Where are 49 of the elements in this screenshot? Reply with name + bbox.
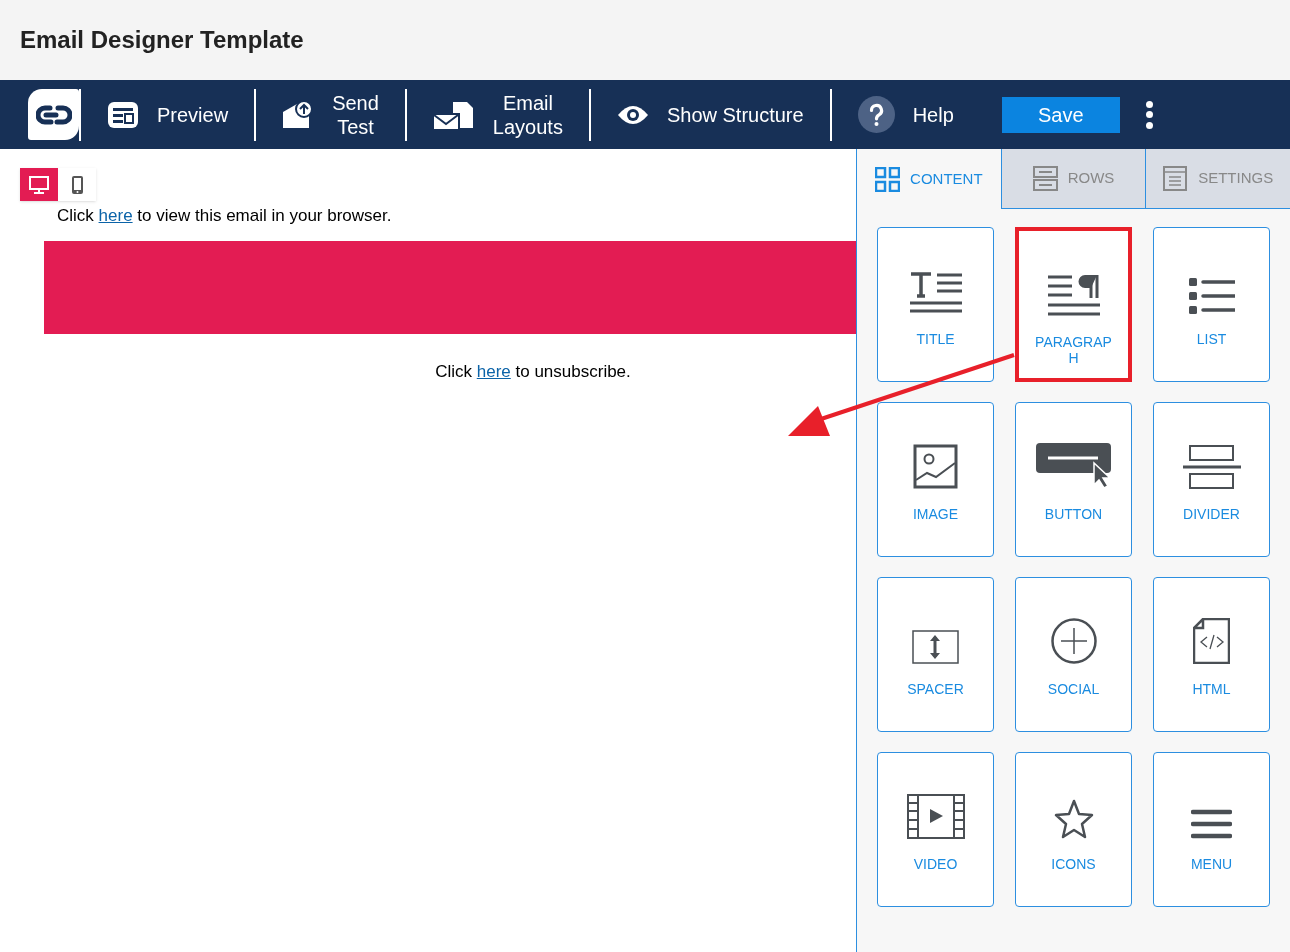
logo bbox=[28, 89, 79, 140]
content-block[interactable]: HTML bbox=[1153, 577, 1270, 732]
email-footer-text: Click here to unsubscribe. bbox=[435, 360, 631, 383]
film-icon bbox=[906, 794, 965, 839]
content-block[interactable]: PARAGRAP H bbox=[1015, 227, 1132, 382]
envelope-document-icon bbox=[432, 99, 475, 130]
panel-tab[interactable]: ROWS bbox=[1000, 149, 1146, 209]
toolbar-button[interactable]: Email Layouts bbox=[406, 80, 589, 149]
save-button[interactable]: Save bbox=[1001, 96, 1120, 133]
help-icon bbox=[857, 96, 895, 133]
rows-icon bbox=[1032, 166, 1058, 191]
image-icon bbox=[913, 444, 958, 489]
content-block[interactable]: SPACER bbox=[877, 577, 994, 732]
content-block[interactable]: DIVIDER bbox=[1153, 402, 1270, 557]
content-block[interactable]: ICONS bbox=[1015, 752, 1132, 907]
content-block[interactable]: TITLE bbox=[877, 227, 994, 382]
button-cursor-icon bbox=[1035, 443, 1112, 489]
grid-icon bbox=[875, 166, 901, 192]
page-title: Email Designer Template bbox=[20, 25, 304, 55]
menu-icon bbox=[1191, 809, 1232, 839]
content-block[interactable]: IMAGE bbox=[877, 402, 994, 557]
layout-icon bbox=[107, 99, 139, 130]
link[interactable]: here bbox=[476, 361, 511, 381]
content-block[interactable]: LIST bbox=[1153, 227, 1270, 382]
desktop-view-button[interactable] bbox=[20, 168, 58, 201]
star-icon bbox=[1053, 799, 1094, 839]
content-block[interactable]: VIDEO bbox=[877, 752, 994, 907]
mobile-view-button[interactable] bbox=[58, 168, 96, 201]
code-file-icon bbox=[1193, 618, 1230, 664]
monitor-icon bbox=[29, 175, 49, 194]
email-header-text: Click here to view this email in your browser. bbox=[57, 205, 392, 227]
content-block[interactable]: MENU bbox=[1153, 752, 1270, 907]
text-lines-icon bbox=[908, 270, 963, 314]
toolbar-button[interactable]: Send Test bbox=[256, 80, 405, 149]
divider-icon bbox=[1182, 445, 1241, 489]
document-icon bbox=[1163, 166, 1189, 191]
link[interactable]: here bbox=[98, 206, 133, 225]
plus-circle-icon bbox=[1050, 618, 1097, 664]
panel-tab[interactable]: SETTINGS bbox=[1145, 149, 1290, 209]
content-block[interactable]: SOCIAL bbox=[1015, 577, 1132, 732]
toolbar-button[interactable]: Preview bbox=[81, 80, 255, 149]
list-icon bbox=[1188, 278, 1235, 314]
content-block[interactable]: BUTTON bbox=[1015, 402, 1132, 557]
phone-icon bbox=[70, 174, 84, 195]
toolbar-button[interactable]: Show Structure bbox=[590, 80, 830, 149]
spacer-icon bbox=[912, 630, 959, 664]
paragraph-icon bbox=[1046, 273, 1101, 317]
toolbar-button[interactable]: Help bbox=[831, 80, 980, 149]
more-menu-icon[interactable] bbox=[1145, 100, 1154, 129]
